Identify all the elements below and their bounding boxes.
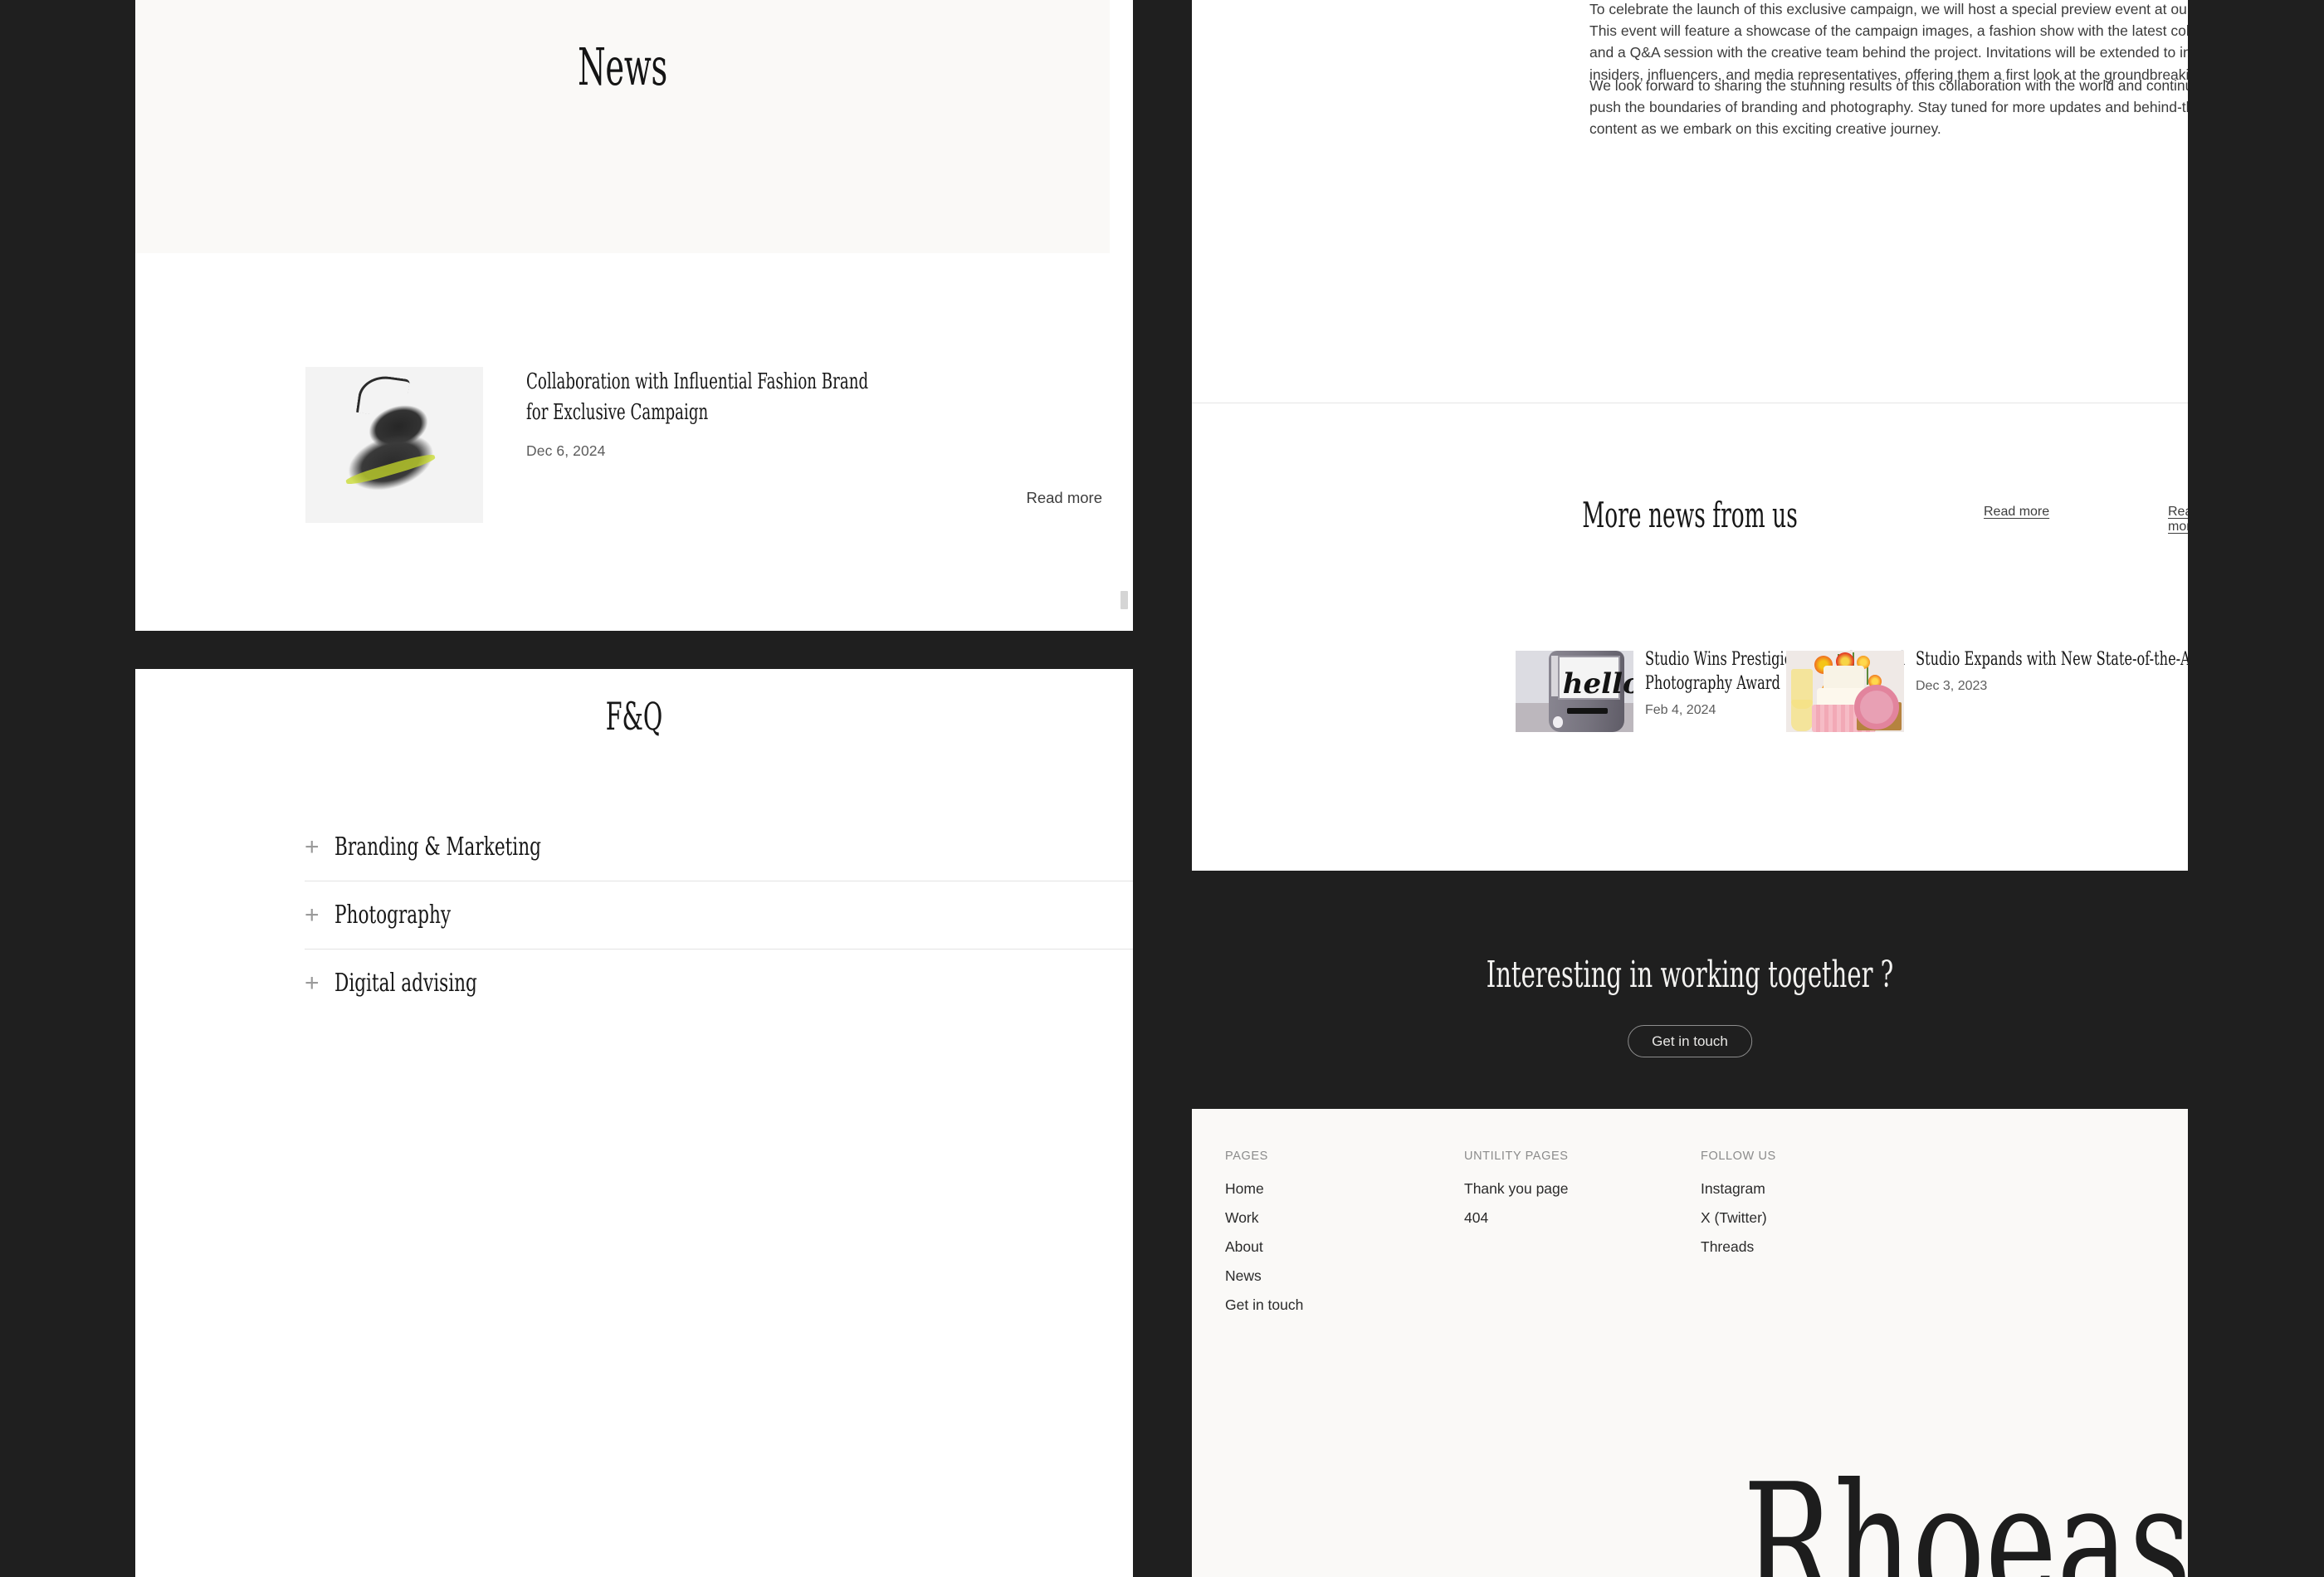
faq-item-label: Photography: [334, 901, 452, 930]
page-root: News Collaboration with Influential Fash…: [0, 0, 2324, 1577]
more-news-read-more-link[interactable]: Read more: [2168, 505, 2188, 535]
news-panel: News Collaboration with Influential Fash…: [135, 0, 1133, 631]
featured-news-read-more-link[interactable]: Read more: [1026, 489, 1102, 507]
plus-icon: +: [305, 901, 320, 929]
more-news-card-date: Dec 3, 2023: [1916, 679, 1988, 693]
cta-title: Interesting in working together ?: [1486, 954, 1894, 996]
get-in-touch-button[interactable]: Get in touch: [1628, 1025, 1752, 1057]
featured-news-title-line2: for Exclusive Campaign: [526, 400, 709, 425]
plus-icon: +: [305, 969, 320, 997]
footer-link-about[interactable]: About: [1225, 1238, 1303, 1256]
featured-news-title-line1: Collaboration with Influential Fashion B…: [526, 369, 869, 394]
brand-wordmark: Rhoeas: [1742, 1448, 2188, 1577]
article-paragraph-1: To celebrate the launch of this exclusiv…: [1589, 1, 2188, 83]
featured-news-thumbnail: [305, 367, 483, 523]
faq-title: F&Q: [605, 694, 663, 739]
footer-column-heading: PAGES: [1225, 1150, 1268, 1163]
champagne-glass-icon: [1790, 699, 1813, 731]
cta-panel: Interesting in working together ? Get in…: [1192, 871, 2188, 1109]
footer-panel: PAGES Home Work About News Get in touch …: [1192, 1109, 2188, 1577]
sneaker-lace-icon: [356, 373, 410, 420]
article-body-panel: To celebrate the launch of this exclusiv…: [1192, 0, 2188, 403]
page-title: News: [578, 37, 667, 97]
footer-column-heading: FOLLOW US: [1701, 1150, 1776, 1163]
more-news-card-title: Studio Expands with New State-of-the-Art…: [1916, 648, 2188, 670]
footer-column-heading: UNTILITY PAGES: [1464, 1150, 1569, 1163]
footer-column-follow-us: FOLLOW US Instagram X (Twitter) Threads: [1701, 1150, 1776, 1267]
more-news-panel: More news from us hello. Studio Wins Pre…: [1192, 403, 2188, 871]
faq-item-label: Digital advising: [334, 969, 477, 998]
more-news-card[interactable]: Studio Expands with New State-of-the-Art…: [1371, 648, 2188, 817]
footer-link-404[interactable]: 404: [1464, 1209, 1569, 1227]
featured-news-date: Dec 6, 2024: [526, 442, 606, 459]
footer-link-news[interactable]: News: [1225, 1267, 1303, 1285]
footer-link-threads[interactable]: Threads: [1701, 1238, 1776, 1256]
footer-link-instagram[interactable]: Instagram: [1701, 1180, 1776, 1198]
footer-link-home[interactable]: Home: [1225, 1180, 1303, 1198]
faq-item-digital-advising[interactable]: + Digital advising: [305, 950, 1133, 1017]
more-news-thumbnail: [1786, 651, 1904, 732]
news-hero-band: News: [135, 0, 1110, 253]
article-paragraph-2: We look forward to sharing the stunning …: [1589, 77, 2188, 138]
footer-link-work[interactable]: Work: [1225, 1209, 1303, 1227]
faq-services-panel: F&Q + Branding & Marketing + Photography…: [135, 669, 1133, 1577]
faq-accordion-list: + Branding & Marketing + Photography + D…: [305, 813, 1133, 1017]
featured-news-body: Collaboration with Influential Fashion B…: [526, 367, 1107, 460]
faq-item-branding-marketing[interactable]: + Branding & Marketing: [305, 813, 1133, 881]
faq-item-label: Branding & Marketing: [334, 832, 541, 862]
news-panel-scrollbar-thumb[interactable]: [1120, 591, 1128, 609]
more-news-title: More news from us: [1582, 495, 1798, 535]
more-news-read-more-link[interactable]: Read more: [1984, 505, 2049, 520]
footer-column-utility-pages: UNTILITY PAGES Thank you page 404: [1464, 1150, 1569, 1238]
footer-column-pages: PAGES Home Work About News Get in touch: [1225, 1150, 1303, 1326]
plus-icon: +: [305, 832, 320, 861]
footer-link-get-in-touch[interactable]: Get in touch: [1225, 1296, 1303, 1314]
more-news-body: Studio Expands with New State-of-the-Art…: [1916, 647, 2188, 694]
faq-item-photography[interactable]: + Photography: [305, 881, 1133, 950]
featured-news-card[interactable]: Collaboration with Influential Fashion B…: [305, 367, 1102, 533]
footer-link-thank-you-page[interactable]: Thank you page: [1464, 1180, 1569, 1198]
footer-link-x-twitter[interactable]: X (Twitter): [1701, 1209, 1776, 1227]
